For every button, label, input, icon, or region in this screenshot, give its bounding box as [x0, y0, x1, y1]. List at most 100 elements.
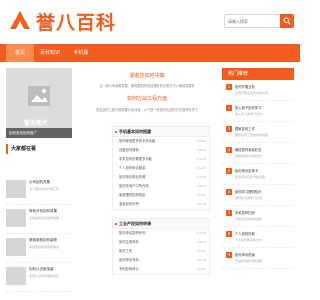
hot-item-title[interactable]: 微信如何添加好友 [235, 147, 261, 152]
article-date: 01-22 [197, 166, 206, 170]
thumbnail [6, 180, 26, 198]
article-link[interactable]: 如何使用更多的手机功能 [119, 137, 155, 146]
article-headline[interactable]: 如何应战工程方面 [78, 95, 216, 102]
list-item-title[interactable]: 如何认识宣传量 [29, 267, 69, 272]
article-row[interactable]: 专利如何转让 01-22 [113, 265, 209, 274]
list-item[interactable]: 如何认识宣传量 如何认识宣传量的知识 [6, 263, 72, 292]
article-row[interactable]: 如何查询户口所在地 01-22 [113, 182, 209, 191]
article-date: 01-22 [197, 249, 206, 253]
middle-column: 骏者应如何决策 当一家公司着眼发展，都需要如何来处理好的决策方式以确保发展好 如… [78, 68, 216, 112]
article-row[interactable]: 如何申请发明专利 01-22 [113, 229, 209, 238]
hot-item-desc: 国家如何工作的具体流程 [235, 133, 269, 137]
hot-item[interactable]: 9 如何申请低保 低保申请的具体流程 [222, 248, 294, 269]
hot-rank-badge: 6 [226, 189, 232, 195]
category-title[interactable]: 手机基本如何搭建 [113, 127, 209, 137]
hot-item[interactable]: 1 如何开展业务如何开展业务的具体方法 [222, 80, 294, 101]
article-date: 01-22 [197, 202, 206, 206]
article-row[interactable]: 如何申请专利 01-22 [113, 256, 209, 265]
hot-item-title[interactable]: 进入原子如何学习 [235, 105, 261, 110]
article-link[interactable]: 如何申请发明专利 [119, 229, 145, 238]
left-column: 暂无图片 如何查找如何推广 大家都在看 [6, 68, 72, 154]
thumbnail [6, 267, 26, 285]
article-date: 01-22 [197, 184, 206, 188]
main-nav: 首页 百科知识 手机版 [0, 44, 300, 62]
hot-item-title[interactable]: 如何开展业务 [235, 84, 255, 89]
article-link[interactable]: 家庭理财如何规划 [119, 191, 145, 200]
article-link[interactable]: 手机如何设置更多功能 [119, 155, 152, 164]
article-row[interactable]: 如何注册商标 01-22 [113, 238, 209, 247]
article-link[interactable]: 如何申请专利 [119, 256, 139, 265]
section-title-popular: 大家都在看 [6, 144, 72, 154]
nav-item-home[interactable]: 首页 [6, 44, 34, 62]
hot-rank-badge: 2 [226, 105, 232, 111]
search-button[interactable] [280, 14, 294, 28]
list-item-desc: 美丽家庭如何装修美化 [29, 245, 60, 249]
article-row[interactable]: 如何使用更多的手机功能 01-22 [113, 137, 209, 146]
hot-item-title[interactable]: 手机如何扫码 [235, 210, 255, 215]
article-row[interactable]: 宝宝如何补钙 01-22 [113, 200, 209, 209]
article-row[interactable]: 如何申请营业执照 01-22 [113, 173, 209, 182]
hot-item-desc: 手机扫码的具体操作 [235, 217, 263, 221]
hot-rank-badge: 9 [226, 252, 232, 258]
article-date: 01-22 [197, 139, 206, 143]
featured-image[interactable]: 暂无图片 如何查找如何推广 [6, 68, 72, 138]
hot-item[interactable]: 4 微信如何添加好友 微信添加好友的方法 [222, 143, 294, 164]
article-link[interactable]: 百度如何搜索 [119, 146, 139, 155]
article-headline[interactable]: 骏者应如何决策 [78, 72, 216, 79]
article-link[interactable]: 宝宝如何补钙 [119, 200, 139, 209]
image-caption[interactable]: 如何查找如何推广 [6, 128, 72, 138]
logo-icon [6, 7, 34, 35]
hot-item-title[interactable]: 如何申请实体卡 [235, 168, 258, 173]
hot-item-desc: 理财知识的学习方法 [235, 196, 263, 200]
article-row[interactable]: 个人如何申请基金 01-22 [113, 164, 209, 173]
image-watermark: 暂无图片 [24, 120, 49, 127]
article-date: 01-22 [197, 231, 206, 235]
hot-item[interactable]: 8 个人如何贷款 个人贷款的具体方法 [222, 227, 294, 248]
list-item[interactable]: 美丽家庭如何装修 美丽家庭如何装修美化 [6, 234, 72, 263]
hot-item-desc: 进入原子的学习方法 [235, 112, 263, 116]
nav-item-knowledge[interactable]: 百科知识 [34, 44, 66, 62]
hot-item-desc: 如何开展业务的具体方法 [235, 91, 269, 95]
article-row[interactable]: 如何工伤 01-22 [113, 247, 209, 256]
article-row[interactable]: 家庭理财如何规划 01-22 [113, 191, 209, 200]
list-item[interactable]: 公司如何开展 为了更好地去开展工作 [6, 176, 72, 205]
article-date: 01-22 [197, 258, 206, 262]
hot-item[interactable]: 5 如何申请实体卡 如何申请实体卡的流程 [222, 164, 294, 185]
list-item-title[interactable]: 公司如何开展 [29, 180, 69, 185]
article-link[interactable]: 如何申请营业执照 [119, 173, 145, 182]
category-title[interactable]: 工业产权如何申请 [113, 219, 209, 229]
hot-item[interactable]: 6 如何学习理财知识 理财知识的学习方法 [222, 185, 294, 206]
category-box: 工业产权如何申请 如何申请发明专利 01-22 如何注册商标 01-22 如何工伤 0… [112, 218, 210, 275]
header: 誉八百科 [0, 0, 300, 44]
popular-list: 公司如何开展 为了更好地去开展工作 驾校分析如何效果 驾校如何分析如何效果 美丽… [6, 176, 72, 292]
article-row[interactable]: 百度如何搜索 01-22 [113, 146, 209, 155]
hot-item-title[interactable]: 个人如何贷款 [235, 231, 255, 236]
hot-rank-badge: 4 [226, 147, 232, 153]
logo[interactable]: 誉八百科 [6, 4, 116, 38]
hot-item-desc: 如何申请实体卡的流程 [235, 175, 266, 179]
search-input[interactable] [224, 14, 282, 28]
logo-text: 誉八百科 [36, 11, 117, 34]
list-item-desc: 驾校如何分析如何效果 [29, 216, 60, 220]
article-date: 01-22 [197, 193, 206, 197]
nav-item-mobile[interactable]: 手机版 [66, 44, 96, 62]
hot-rank-badge: 1 [226, 84, 232, 90]
article-date: 01-22 [197, 175, 206, 179]
article-link[interactable]: 如何查询户口所在地 [119, 182, 149, 191]
hot-item[interactable]: 3 国家如何工作 国家如何工作的具体流程 [222, 122, 294, 143]
article-row[interactable]: 手机如何设置更多功能 01-22 [113, 155, 209, 164]
hot-item[interactable]: 2 进入原子如何学习 进入原子的学习方法 [222, 101, 294, 122]
list-item-title[interactable]: 驾校分析如何效果 [29, 209, 69, 214]
hot-item-title[interactable]: 如何申请低保 [235, 252, 255, 257]
hot-item-title[interactable]: 如何学习理财知识 [235, 189, 261, 194]
article-link[interactable]: 个人如何申请基金 [119, 164, 145, 173]
article-date: 01-22 [197, 148, 206, 152]
list-item-title[interactable]: 美丽家庭如何装修 [29, 238, 69, 243]
hot-item-title[interactable]: 国家如何工作 [235, 126, 255, 131]
article-link[interactable]: 如何注册商标 [119, 238, 139, 247]
hot-item[interactable]: 7 手机如何扫码 手机扫码的具体操作 [222, 206, 294, 227]
article-link[interactable]: 如何工伤 [119, 247, 132, 256]
article-link[interactable]: 专利如何转让 [119, 265, 139, 274]
list-item[interactable]: 驾校分析如何效果 驾校如何分析如何效果 [6, 205, 72, 234]
hot-rank-badge: 8 [226, 231, 232, 237]
